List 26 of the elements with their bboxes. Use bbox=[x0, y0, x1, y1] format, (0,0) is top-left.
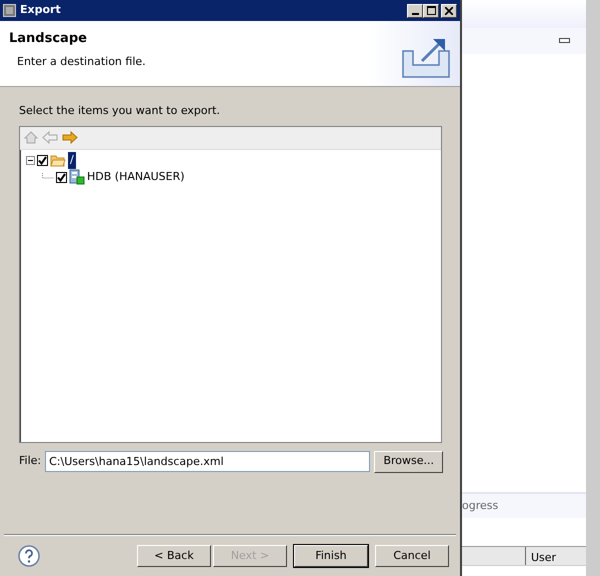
wizard-button[interactable]: Finish bbox=[294, 545, 368, 567]
page-heading: Landscape bbox=[9, 30, 88, 48]
tree-item-label[interactable]: / bbox=[68, 152, 76, 169]
window-icon bbox=[3, 2, 16, 19]
database-icon bbox=[69, 169, 85, 186]
help-icon[interactable] bbox=[18, 545, 40, 567]
maximize-button[interactable] bbox=[423, 4, 439, 18]
page-description: Enter a destination file. bbox=[17, 54, 147, 70]
close-button[interactable] bbox=[441, 4, 457, 18]
checkbox[interactable] bbox=[56, 172, 67, 183]
checkbox[interactable] bbox=[37, 155, 48, 166]
window-title: Export bbox=[20, 2, 62, 18]
maximize-icon bbox=[426, 6, 436, 15]
wizard-button[interactable]: Cancel bbox=[375, 545, 449, 567]
minimize-icon bbox=[412, 12, 418, 14]
forward-icon[interactable] bbox=[62, 130, 78, 146]
wizard-button[interactable]: < Back bbox=[137, 545, 211, 567]
minimize-button[interactable] bbox=[407, 4, 423, 18]
instruction-text: Select the items you want to export. bbox=[19, 103, 221, 119]
column-header: User bbox=[530, 550, 558, 565]
progress-tab-label: ogress bbox=[462, 498, 498, 514]
file-field[interactable]: C:\Users\hana15\landscape.xml bbox=[45, 451, 370, 472]
close-icon bbox=[445, 6, 453, 14]
file-label: File: bbox=[19, 453, 42, 470]
tree-item-label[interactable]: HDB (HANAUSER) bbox=[87, 169, 185, 186]
browse-button[interactable]: Browse... bbox=[374, 450, 443, 472]
